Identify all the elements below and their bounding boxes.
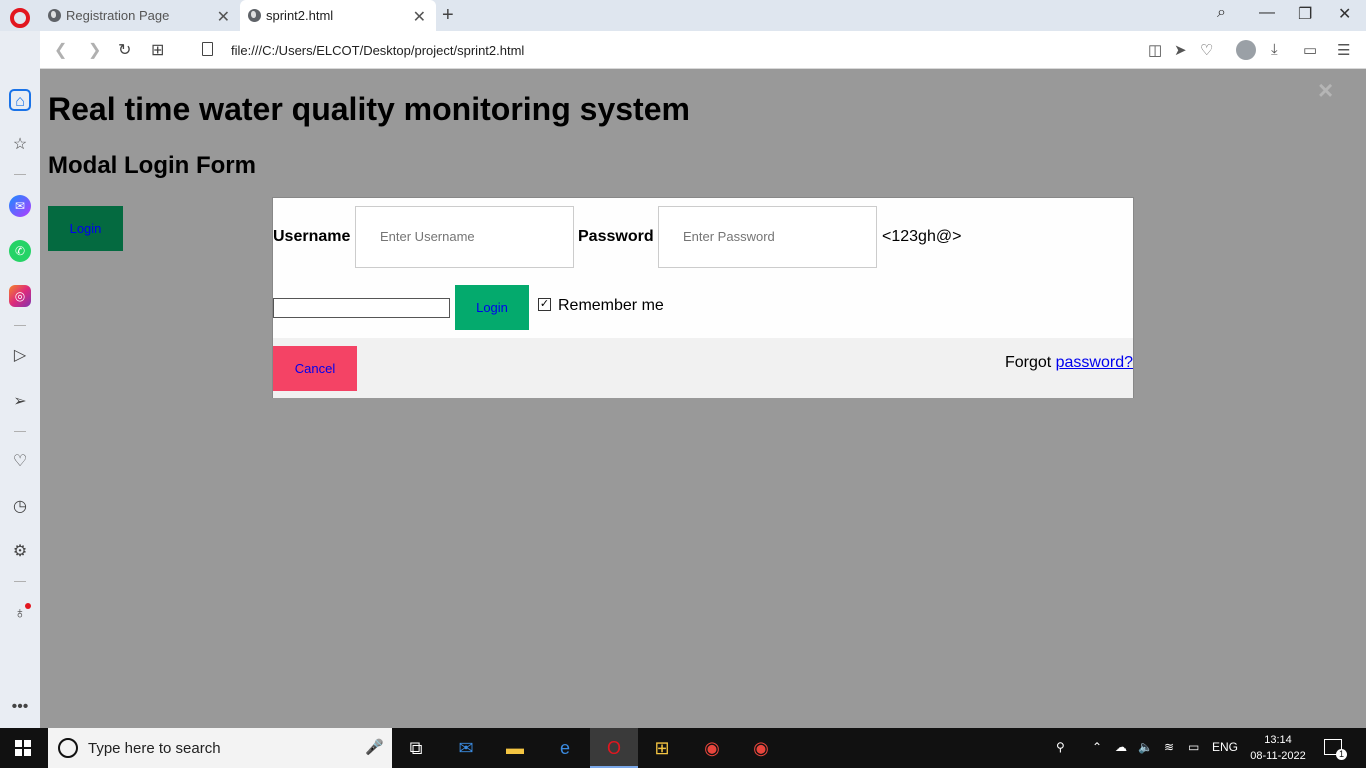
search-tabs-icon[interactable]: ⌕: [1217, 4, 1226, 22]
remember-checkbox[interactable]: ✓: [538, 298, 551, 311]
tab-label: Registration Page: [66, 8, 170, 23]
password-hint: <123gh@>: [882, 228, 962, 245]
close-tab-icon[interactable]: ✕: [413, 7, 426, 27]
globe-icon: [248, 9, 261, 22]
player-icon[interactable]: ▷: [9, 345, 31, 367]
tab-sprint2[interactable]: sprint2.html ✕: [240, 0, 436, 31]
minimize-button[interactable]: —: [1259, 4, 1275, 22]
notification-center-icon[interactable]: 1: [1324, 739, 1347, 760]
language-indicator[interactable]: ENG: [1212, 740, 1238, 754]
password-input[interactable]: Enter Password: [658, 206, 877, 268]
tab-label: sprint2.html: [266, 8, 334, 23]
restore-button[interactable]: ❐: [1298, 4, 1312, 24]
task-view-icon[interactable]: ⧉: [402, 734, 430, 762]
login-modal: Username Enter Username Password Enter P…: [272, 197, 1134, 398]
star-icon[interactable]: ☆: [9, 134, 31, 156]
open-login-button[interactable]: Login: [48, 206, 123, 251]
forward-icon[interactable]: ❯: [88, 40, 101, 60]
heart-icon[interactable]: ♡: [9, 451, 31, 473]
camera-icon[interactable]: ◫: [1148, 41, 1162, 59]
volume-muted-icon[interactable]: 🔈: [1138, 740, 1153, 754]
sidebar-divider: [14, 325, 26, 326]
username-label: Username: [273, 228, 351, 245]
battery-icon[interactable]: ▭: [1303, 41, 1317, 59]
heart-icon[interactable]: ♡: [1200, 41, 1213, 59]
page-subtitle: Modal Login Form: [48, 152, 256, 179]
clock-date: 08-11-2022: [1250, 750, 1306, 762]
modal-footer: Cancel Forgot password?: [273, 338, 1133, 398]
tab-registration-page[interactable]: Registration Page ✕: [40, 0, 240, 31]
opera-menu-icon[interactable]: [10, 8, 30, 28]
send-icon[interactable]: ➤: [1174, 41, 1187, 59]
mail-icon[interactable]: ✉: [452, 734, 480, 762]
clock-time: 13:14: [1264, 734, 1292, 746]
password-label: Password: [578, 228, 654, 245]
wifi-icon[interactable]: ≋: [1164, 740, 1174, 754]
instagram-icon[interactable]: ◎: [9, 285, 31, 307]
page-title: Real time water quality monitoring syste…: [48, 91, 690, 127]
forgot-text: Forgot: [1004, 354, 1056, 371]
edge-icon[interactable]: e: [551, 734, 579, 762]
history-icon[interactable]: ◷: [9, 496, 31, 518]
windows-start-icon[interactable]: [15, 740, 31, 756]
flow-icon[interactable]: ➢: [9, 391, 31, 413]
search-placeholder: Type here to search: [88, 740, 221, 757]
chrome-icon-2[interactable]: ◉: [747, 734, 775, 762]
sidebar-divider: [14, 431, 26, 432]
taskbar-search[interactable]: Type here to search 🎤: [48, 728, 392, 768]
tray-chevron-icon[interactable]: ⌃: [1092, 740, 1102, 754]
remember-label: Remember me: [558, 297, 664, 314]
tab-bar: Registration Page ✕ sprint2.html ✕ + ⌕ —…: [0, 0, 1366, 31]
back-icon[interactable]: ❮: [54, 40, 67, 60]
people-icon[interactable]: ⚲: [1056, 740, 1065, 754]
address-bar: ❮ ❯ ↻ ⊞ file:///C:/Users/ELCOT/Desktop/p…: [40, 31, 1366, 69]
cortana-icon: [58, 738, 78, 758]
battery-tray-icon[interactable]: ▭: [1188, 740, 1199, 754]
sidebar-divider: [14, 174, 26, 175]
chrome-icon-1[interactable]: ◉: [698, 734, 726, 762]
close-window-button[interactable]: ✕: [1338, 4, 1351, 24]
new-tab-button[interactable]: +: [442, 4, 454, 27]
taskbar: Type here to search 🎤 ⧉ ✉ ▬ e O ⊞ ◉ ◉ ⚲ …: [0, 728, 1366, 768]
whatsapp-icon[interactable]: ✆: [9, 240, 31, 262]
download-icon[interactable]: ⤓: [1271, 41, 1278, 58]
easy-setup-icon[interactable]: ☰: [1337, 41, 1350, 59]
extra-input[interactable]: [273, 298, 450, 318]
notification-count: 1: [1336, 749, 1347, 760]
login-button[interactable]: Login: [455, 285, 529, 330]
page-content: Real time water quality monitoring syste…: [40, 69, 1366, 728]
file-icon: [202, 42, 213, 56]
sidebar-divider: [14, 581, 26, 582]
url-field[interactable]: file:///C:/Users/ELCOT/Desktop/project/s…: [231, 43, 524, 58]
close-tab-icon[interactable]: ✕: [217, 7, 230, 27]
close-modal-icon[interactable]: ×: [1318, 75, 1333, 106]
sidebar: ⌂ ☆ ✉ ✆ ◎ ▷ ➢ ♡ ◷ ⚙ ♁ •••: [0, 31, 40, 728]
globe-icon: [48, 9, 61, 22]
opera-taskbar-icon[interactable]: O: [590, 728, 638, 768]
onedrive-icon[interactable]: ☁: [1115, 740, 1127, 754]
file-explorer-icon[interactable]: ▬: [501, 734, 529, 762]
reload-icon[interactable]: ↻: [118, 40, 131, 60]
forgot-password-link[interactable]: password?: [1056, 354, 1133, 371]
clock[interactable]: 13:14 08-11-2022: [1248, 732, 1308, 764]
home-icon[interactable]: ⌂: [9, 89, 31, 111]
speed-dial-icon[interactable]: ⊞: [151, 40, 164, 60]
settings-icon[interactable]: ⚙: [9, 541, 31, 563]
username-input[interactable]: Enter Username: [355, 206, 574, 268]
profile-avatar[interactable]: [1236, 40, 1256, 60]
more-icon[interactable]: •••: [9, 696, 31, 718]
messenger-icon[interactable]: ✉: [9, 195, 31, 217]
cancel-button[interactable]: Cancel: [273, 346, 357, 391]
microphone-icon[interactable]: 🎤: [365, 738, 384, 756]
notification-dot: [25, 603, 31, 609]
forgot-password: Forgot password?: [1005, 354, 1133, 372]
store-icon[interactable]: ⊞: [648, 734, 676, 762]
